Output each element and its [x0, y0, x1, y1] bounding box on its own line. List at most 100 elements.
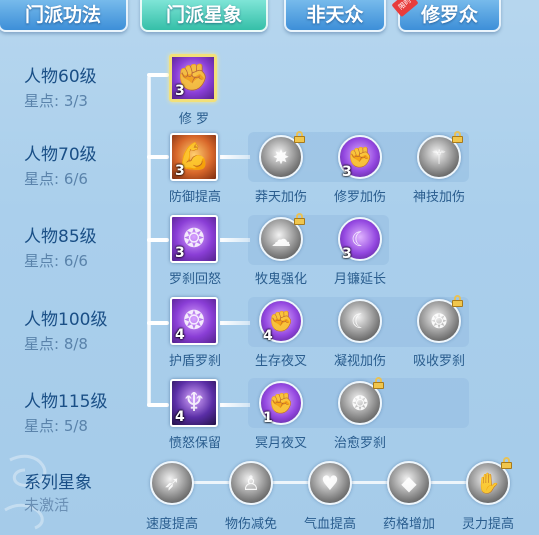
node-defense-up[interactable]: 💪 3: [170, 133, 218, 181]
node-gaze-damage[interactable]: ☾: [338, 299, 382, 343]
node-label: 罗刹回怒: [168, 272, 221, 287]
node-level: 3: [175, 163, 185, 179]
spirit-hand-icon: ✋: [475, 471, 501, 495]
level-title: 人物70级: [24, 145, 97, 165]
node-shura-damage[interactable]: ✊ 3: [338, 135, 382, 180]
node-label: 吸收罗刹: [412, 354, 465, 369]
tree-branch-line: [147, 403, 169, 407]
figure-icon: ♙: [242, 471, 260, 495]
node-absorb-rakshasa[interactable]: ❂: [417, 295, 463, 343]
series-constellation: 系列星象 未激活: [24, 473, 92, 515]
lock-icon: [373, 377, 384, 389]
node-label: 愤怒保留: [168, 436, 221, 451]
tree-branch-line: [147, 155, 169, 159]
absorb-icon: ❂: [430, 309, 448, 333]
level-60: 人物60级 星点: 3/3: [24, 67, 97, 111]
node-divine-skill-damage[interactable]: ⚚: [417, 131, 463, 179]
gaze-icon: ☾: [351, 309, 369, 333]
level-star-points: 星点: 6/6: [24, 252, 88, 270]
burst-icon: ✸: [272, 145, 290, 169]
level-70: 人物70级 星点: 6/6: [24, 145, 97, 189]
series-speed-up[interactable]: ➶: [150, 461, 194, 505]
node-level: 3: [342, 246, 352, 262]
node-label: 治愈罗刹: [333, 436, 386, 451]
node-label: 莽天加伤: [254, 190, 307, 205]
tab-sect-constellation[interactable]: 门派星象: [140, 0, 268, 32]
level-115: 人物115级 星点: 5/8: [24, 392, 107, 436]
speed-icon: ➶: [163, 471, 181, 495]
level-85: 人物85级 星点: 6/6: [24, 227, 97, 271]
tree-branch-line: [147, 73, 169, 77]
node-label: 生存夜叉: [254, 354, 307, 369]
node-level: 4: [175, 409, 185, 425]
series-hp-up[interactable]: ♥: [308, 461, 352, 505]
level-star-points: 星点: 5/8: [24, 417, 88, 435]
tab-sect-skills[interactable]: 门派功法: [0, 0, 128, 32]
level-title: 人物115级: [24, 392, 108, 412]
level-title: 人物85级: [24, 227, 97, 247]
level-title: 人物60级: [24, 67, 97, 87]
level-star-points: 星点: 8/8: [24, 335, 88, 353]
series-title: 系列星象: [24, 473, 92, 493]
lock-icon: [294, 131, 305, 143]
node-shura[interactable]: ✊ 3: [169, 54, 217, 102]
series-label: 物伤减免: [224, 517, 277, 532]
node-survival-yaksha[interactable]: ✊ 4: [259, 299, 303, 344]
lock-icon: [294, 213, 305, 225]
tree-branch-line: [147, 321, 169, 325]
node-label: 修罗加伤: [333, 190, 386, 205]
tab-feitian[interactable]: 非天众: [284, 0, 386, 32]
tab-label: 门派功法: [24, 3, 101, 26]
series-status: 未激活: [24, 496, 70, 514]
ghost-icon: ☁: [271, 227, 291, 251]
level-100: 人物100级 星点: 8/8: [24, 310, 107, 354]
lock-icon: [452, 295, 463, 307]
tree-branch-line: [147, 238, 169, 242]
level-title: 人物100级: [24, 310, 108, 330]
lock-icon: [452, 131, 463, 143]
heal-beast-icon: ❂: [351, 391, 369, 415]
node-label: 神技加伤: [412, 190, 465, 205]
connector-line: [220, 321, 250, 325]
tab-label: 非天众: [306, 3, 364, 26]
node-heal-rakshasa[interactable]: ❂: [338, 377, 384, 425]
node-level: 1: [263, 410, 273, 426]
tab-label: 修罗众: [420, 3, 478, 26]
node-shield-rakshasa[interactable]: ❂ 4: [170, 297, 218, 345]
node-ghost-enhance[interactable]: ☁: [259, 213, 305, 261]
node-label: 护盾罗刹: [168, 354, 221, 369]
tab-bar: 门派功法 门派星象 非天众 限时 修罗众: [0, 0, 539, 34]
node-level: 4: [175, 327, 185, 343]
connector-line: [220, 238, 250, 242]
node-dark-moon-yaksha[interactable]: ✊ 1: [259, 381, 303, 426]
series-label: 气血提高: [303, 517, 356, 532]
crystal-icon: ◆: [401, 471, 417, 495]
series-medicine-slot-up[interactable]: ◆: [387, 461, 431, 505]
series-label: 速度提高: [145, 517, 198, 532]
node-label: 凝视加伤: [333, 354, 386, 369]
node-mangtian-damage[interactable]: ✸: [259, 131, 305, 179]
series-physical-damage-reduction[interactable]: ♙: [229, 461, 273, 505]
node-rage-keep[interactable]: ♆ 4: [170, 379, 218, 427]
series-spirit-up[interactable]: ✋: [466, 457, 512, 505]
claw-icon: ⚚: [430, 145, 448, 169]
node-label: 修 罗: [178, 112, 210, 127]
node-level: 3: [175, 83, 185, 99]
level-star-points: 星点: 3/3: [24, 92, 88, 110]
node-rakshasa-rage[interactable]: ❂ 3: [170, 215, 218, 263]
node-label: 牧鬼强化: [254, 272, 307, 287]
node-label: 防御提高: [168, 190, 221, 205]
connector-line: [220, 403, 250, 407]
node-moon-scythe-extend[interactable]: ☾ 3: [338, 217, 382, 262]
series-label: 灵力提高: [461, 517, 514, 532]
node-level: 4: [263, 328, 273, 344]
node-label: 月镰延长: [333, 272, 386, 287]
node-label: 冥月夜叉: [254, 436, 307, 451]
node-level: 3: [175, 245, 185, 261]
series-label: 药格增加: [382, 517, 435, 532]
limited-badge: 限时: [391, 0, 419, 18]
heart-icon: ♥: [321, 471, 339, 495]
level-star-points: 星点: 6/6: [24, 170, 88, 188]
connector-line: [220, 155, 250, 159]
tab-shura[interactable]: 限时 修罗众: [391, 0, 501, 32]
